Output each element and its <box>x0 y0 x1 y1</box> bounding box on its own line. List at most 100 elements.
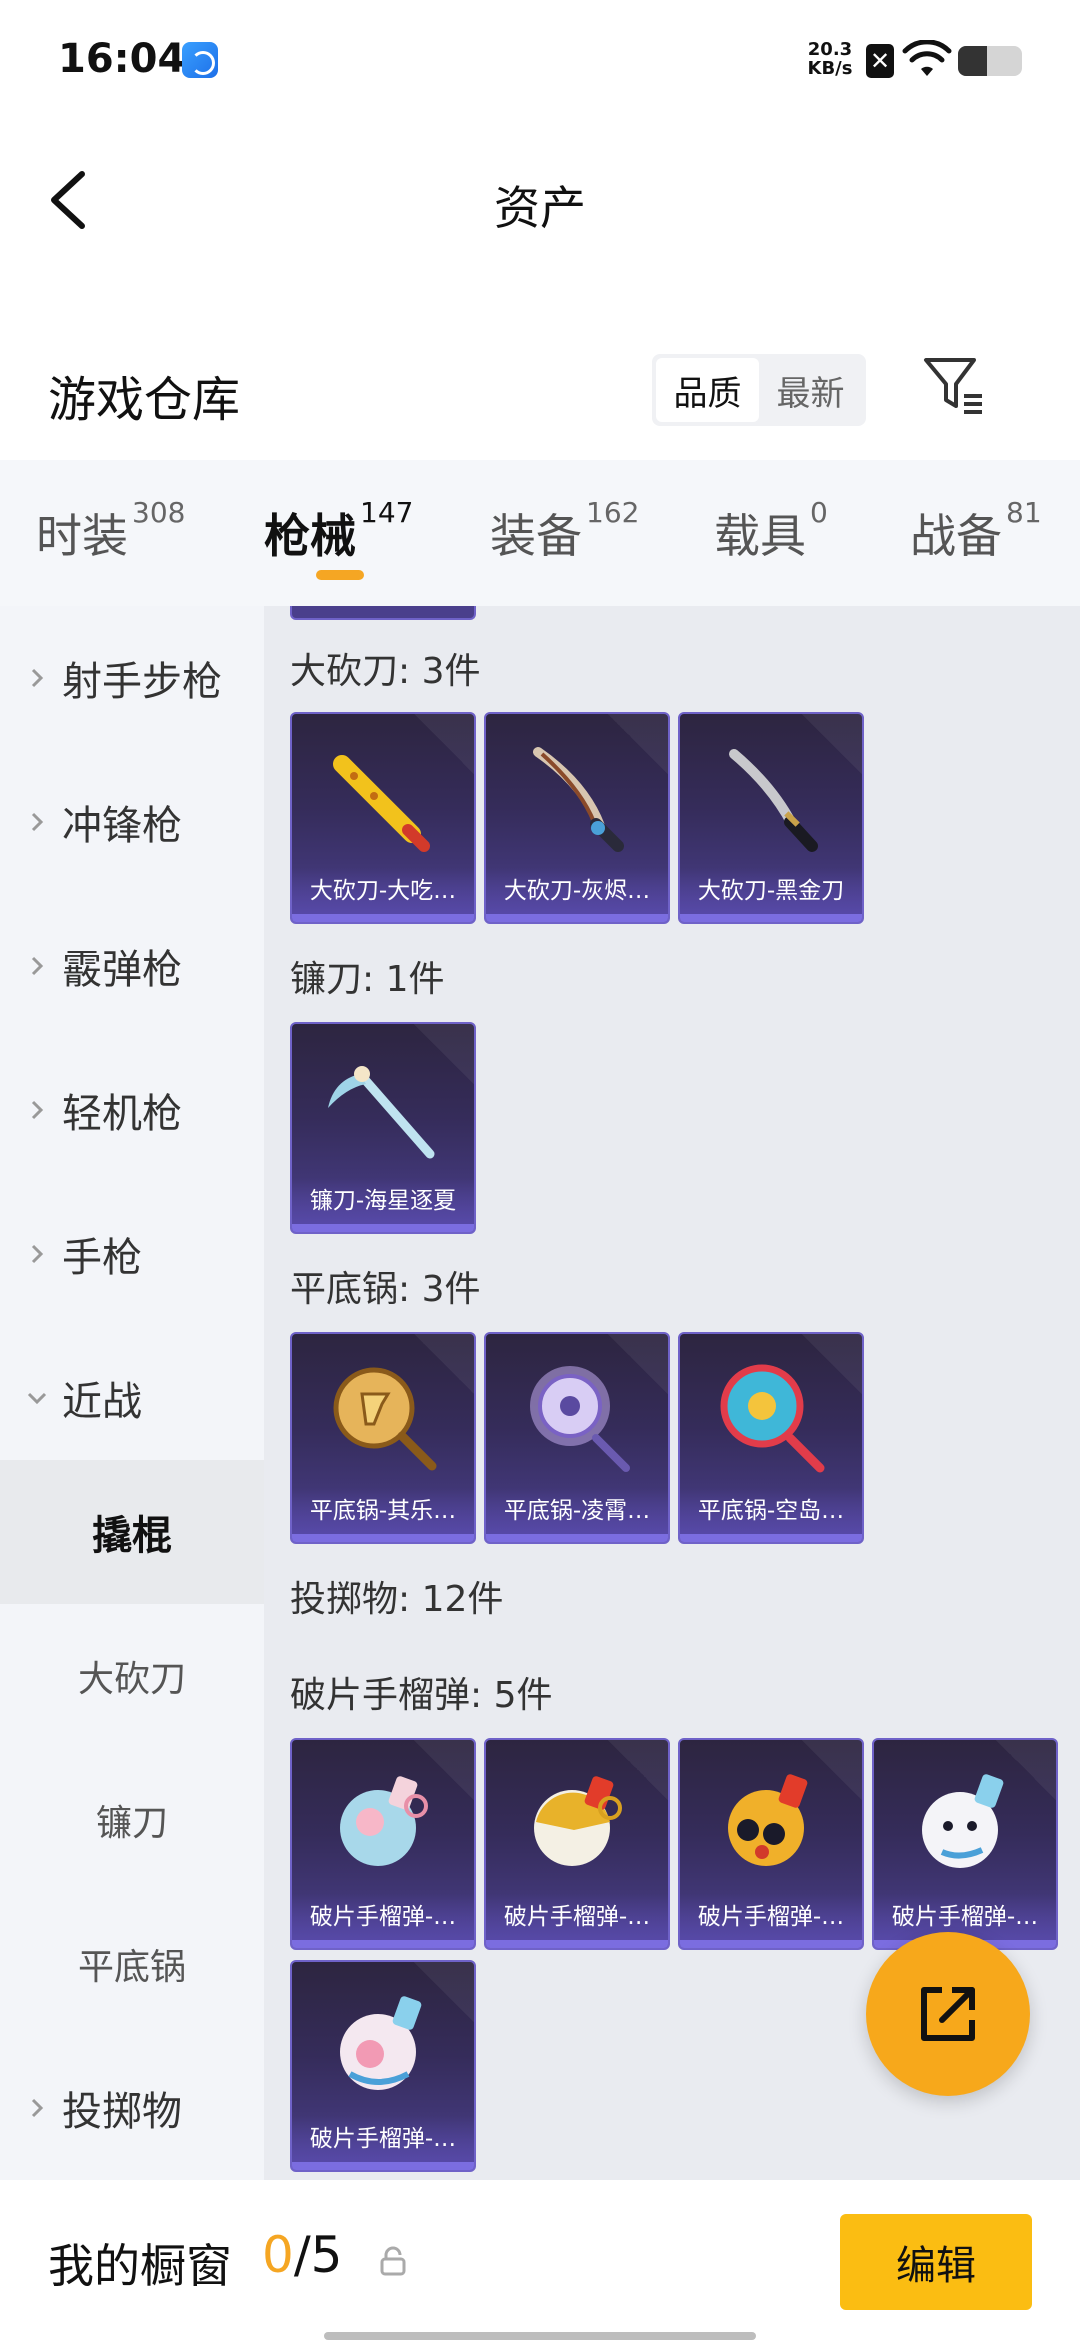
item-card[interactable]: 大砍刀-灰烬… <box>484 712 670 924</box>
sidebar-item-label: 手枪 <box>62 1235 142 1281</box>
network-speed-value: 20.3 <box>807 39 853 60</box>
status-bar: 16:04 20.3 KB/s ✕ <box>0 0 1080 120</box>
tab-fashion[interactable]: 时装 308 <box>36 496 185 566</box>
share-button[interactable] <box>866 1932 1030 2096</box>
tab-combat-gear[interactable]: 战备 81 <box>910 496 1042 566</box>
item-card[interactable]: 镰刀-海星逐夏 <box>290 1022 476 1234</box>
chevron-right-icon <box>31 812 44 832</box>
item-card[interactable]: 破片手榴弹-… <box>872 1738 1058 1950</box>
section-title-frag-grenade: 破片手榴弹: 5件 <box>290 1675 553 1716</box>
rarity-bar <box>680 1534 862 1542</box>
grenade-icon <box>922 1774 1004 1868</box>
network-speed-unit: KB/s <box>807 58 853 79</box>
item-name: 大砍刀-大吃… <box>292 868 474 914</box>
showcase-count-max: 5 <box>310 2226 343 2284</box>
chevron-right-icon <box>31 1100 44 1120</box>
sidebar-item-smg[interactable]: 冲锋枪 <box>0 750 264 894</box>
status-time: 16:04 <box>58 36 186 82</box>
rarity-bar <box>292 1940 474 1948</box>
item-card[interactable]: 破片手榴弹-… <box>484 1738 670 1950</box>
item-name: 大砍刀-灰烬… <box>486 868 668 914</box>
chevron-down-icon <box>27 1392 47 1405</box>
item-card[interactable]: 平底锅-凌霄… <box>484 1332 670 1544</box>
section-title-sickle: 镰刀: 1件 <box>290 959 445 1000</box>
item-card-partial[interactable] <box>290 606 476 620</box>
sidebar-item-throwables[interactable]: 投掷物 <box>0 2036 264 2180</box>
item-name: 破片手榴弹-… <box>680 1894 862 1940</box>
rarity-bar <box>292 914 474 922</box>
sidebar-item-label: 冲锋枪 <box>62 803 182 849</box>
battery-level-fill <box>958 46 987 76</box>
sidebar-item-pistol[interactable]: 手枪 <box>0 1182 264 1326</box>
item-card[interactable]: 大砍刀-大吃… <box>290 712 476 924</box>
app-notification-icon <box>182 42 218 78</box>
machete-yellow-icon <box>333 755 430 852</box>
home-indicator[interactable] <box>324 2332 756 2340</box>
rarity-bar <box>486 914 668 922</box>
grenade-icon <box>340 1996 422 2090</box>
item-card[interactable]: 破片手榴弹-… <box>290 1738 476 1950</box>
sidebar-item-lmg[interactable]: 轻机枪 <box>0 1038 264 1182</box>
grenade-icon <box>340 1776 428 1866</box>
item-card[interactable]: 平底锅-其乐… <box>290 1332 476 1544</box>
item-name: 平底锅-其乐… <box>292 1488 474 1534</box>
machete-ash-icon <box>533 747 624 852</box>
chevron-right-icon <box>31 668 44 688</box>
sort-option-quality[interactable]: 品质 <box>656 358 759 422</box>
pan-purple-icon <box>530 1366 630 1472</box>
item-card[interactable]: 破片手榴弹-… <box>290 1960 476 2172</box>
edit-button[interactable]: 编辑 <box>840 2214 1032 2310</box>
rarity-bar <box>680 914 862 922</box>
pan-gold-icon <box>333 1367 437 1471</box>
warehouse-title: 游戏仓库 <box>48 372 241 428</box>
sort-option-newest[interactable]: 最新 <box>759 358 862 422</box>
rarity-bar <box>292 1534 474 1542</box>
sickle-icon <box>328 1066 435 1159</box>
share-icon <box>921 1987 975 2041</box>
filter-icon[interactable] <box>920 352 990 422</box>
sidebar-subitem-sickle[interactable]: 镰刀 <box>0 1748 264 1892</box>
no-sim-icon: ✕ <box>866 44 894 78</box>
item-name: 镰刀-海星逐夏 <box>292 1178 474 1224</box>
sidebar-item-shotgun[interactable]: 霰弹枪 <box>0 894 264 1038</box>
item-card[interactable]: 平底锅-空岛… <box>678 1332 864 1544</box>
tab-label: 枪械 <box>264 509 356 563</box>
item-card[interactable]: 破片手榴弹-… <box>678 1738 864 1950</box>
warehouse-header: 游戏仓库 品质 最新 <box>0 330 1080 460</box>
sidebar-item-marksman-rifle[interactable]: 射手步枪 <box>0 606 264 750</box>
network-speed: 20.3 KB/s <box>800 40 860 78</box>
category-tabs: 时装 308 枪械 147 装备 162 载具 0 战备 81 <box>0 460 1080 606</box>
tab-count: 147 <box>360 496 414 529</box>
tab-vehicles[interactable]: 载具 0 <box>714 496 828 566</box>
rarity-bar <box>292 1224 474 1232</box>
item-name: 平底锅-空岛… <box>680 1488 862 1534</box>
grenade-icon <box>534 1776 622 1866</box>
rarity-bar <box>292 2162 474 2170</box>
tab-label: 载具 <box>714 509 806 563</box>
sidebar-subitem-crowbar[interactable]: 撬棍 <box>0 1460 264 1604</box>
showcase-count-separator: / <box>293 2226 311 2284</box>
lock-icon <box>380 2246 406 2276</box>
sidebar-item-melee[interactable]: 近战 <box>0 1326 264 1470</box>
sidebar-subitem-machete[interactable]: 大砍刀 <box>0 1604 264 1748</box>
tab-label: 时装 <box>36 509 128 563</box>
pan-sky-island-icon <box>720 1364 825 1473</box>
showcase-label: 我的橱窗 <box>48 2239 232 2293</box>
tab-firearms[interactable]: 枪械 147 <box>264 496 413 566</box>
item-card[interactable]: 大砍刀-黑金刀 <box>678 712 864 924</box>
sidebar-subitem-pan[interactable]: 平底锅 <box>0 1892 264 2036</box>
sidebar-item-label: 霰弹枪 <box>62 947 182 993</box>
tab-count: 0 <box>810 496 828 529</box>
tab-equipment[interactable]: 装备 162 <box>490 496 639 566</box>
section-title-machete: 大砍刀: 3件 <box>290 651 481 692</box>
item-name: 破片手榴弹-… <box>292 2116 474 2162</box>
tab-count: 162 <box>586 496 640 529</box>
showcase-count: 0/5 <box>262 2226 342 2284</box>
machete-black-gold-icon <box>729 749 818 852</box>
page-title: 资产 <box>494 181 586 235</box>
item-name: 大砍刀-黑金刀 <box>680 868 862 914</box>
sidebar-item-label: 射手步枪 <box>62 659 222 705</box>
sort-toggle: 品质 最新 <box>652 354 866 426</box>
chevron-right-icon <box>31 1244 44 1264</box>
item-name: 破片手榴弹-… <box>486 1894 668 1940</box>
